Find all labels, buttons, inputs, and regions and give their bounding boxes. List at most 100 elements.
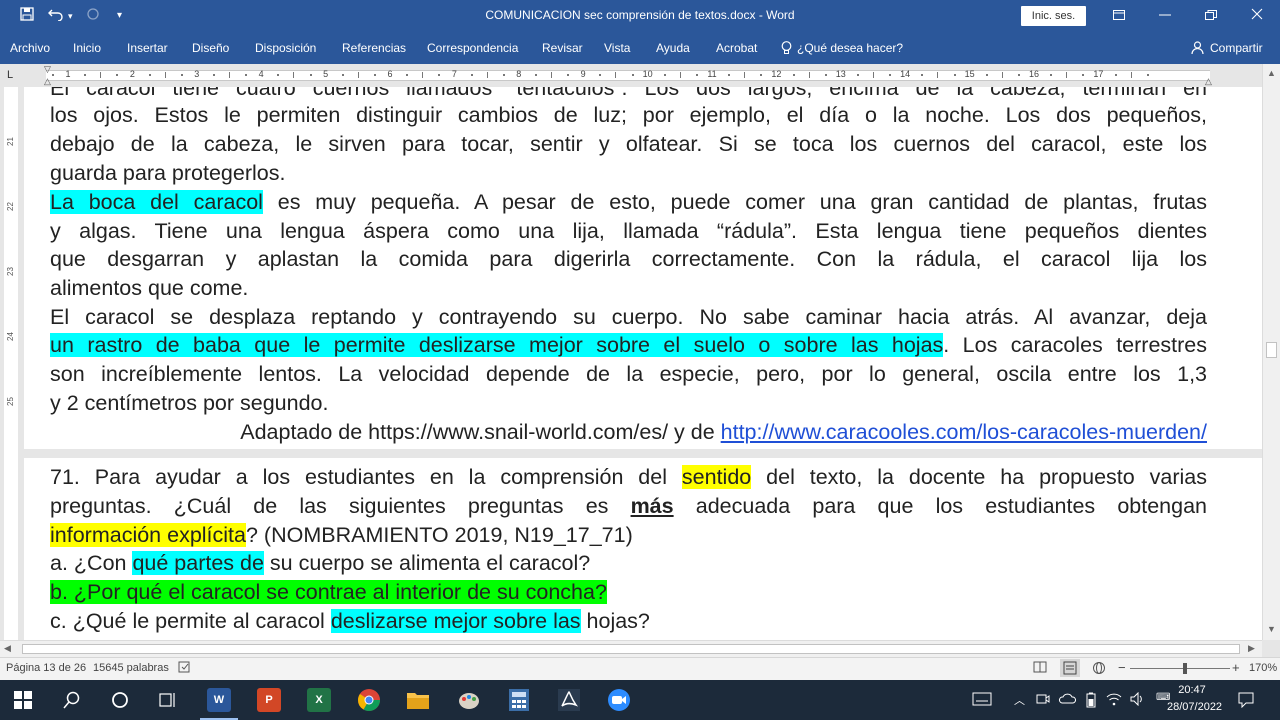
tab-archivo[interactable]: Archivo [10, 41, 50, 55]
tab-referencias[interactable]: Referencias [342, 41, 406, 55]
highlighted-text[interactable]: La boca del caracol [50, 190, 263, 214]
highlighted-text[interactable]: información explícita [50, 523, 246, 547]
text-span[interactable]: preguntas. ¿Cuál de las siguientes pregu… [50, 494, 631, 518]
cortana-icon[interactable] [111, 691, 129, 714]
left-indent-marker[interactable]: △ [44, 76, 51, 87]
sign-in-button[interactable]: Inic. ses. [1021, 6, 1086, 26]
text-line[interactable]: y algas. Tiene una lengua áspera como un… [50, 217, 1207, 246]
text-line[interactable]: un rastro de baba que le permite desliza… [50, 331, 1207, 360]
source-text[interactable]: Adaptado de https://www.snail-world.com/… [240, 420, 720, 444]
zoom-slider[interactable] [1130, 668, 1230, 669]
text-span[interactable]: ? (NOMBRAMIENTO 2019, N19_17_71) [246, 523, 633, 547]
scroll-left-icon[interactable]: ◀ [4, 643, 11, 654]
meet-now-icon[interactable] [1036, 692, 1050, 709]
ribbon-display-options-icon[interactable] [1096, 0, 1142, 32]
tab-disposicion[interactable]: Disposición [255, 41, 316, 55]
wifi-icon[interactable] [1106, 692, 1122, 709]
highlighted-text[interactable]: sentido [681, 465, 752, 489]
highlighted-text[interactable]: b. ¿Por qué el caracol se contrae al int… [50, 580, 607, 604]
powerpoint-app-icon[interactable]: P [257, 688, 281, 712]
web-layout-icon[interactable] [1092, 661, 1106, 678]
tab-acrobat[interactable]: Acrobat [716, 41, 757, 55]
paint-app-icon[interactable] [457, 688, 481, 717]
text-span[interactable]: adecuada para que los estudiantes obteng… [674, 494, 1207, 518]
text-span[interactable]: su cuerpo se alimenta el caracol? [264, 551, 590, 575]
horizontal-scrollbar[interactable]: ◀ ▶ [0, 640, 1262, 657]
document-area[interactable]: El caracol tiene cuatro cuernos llamados… [24, 87, 1262, 640]
text-span[interactable]: del texto, la docente ha propuesto varia… [751, 465, 1207, 489]
text-line[interactable]: El caracol se desplaza reptando y contra… [50, 303, 1207, 332]
text-span[interactable]: . Los caracoles terrestres [943, 333, 1207, 357]
text-span[interactable]: hojas? [581, 609, 650, 633]
clock-time[interactable]: 20:47 [1170, 684, 1214, 696]
option-c[interactable]: c. ¿Qué le permite al caracol deslizarse… [50, 607, 1207, 636]
zoom-out-icon[interactable]: − [1118, 660, 1126, 675]
tab-revisar[interactable]: Revisar [542, 41, 583, 55]
text-line[interactable]: guarda para protegerlos. [50, 159, 1207, 188]
source-line[interactable]: Adaptado de https://www.snail-world.com/… [83, 418, 1207, 447]
scroll-down-icon[interactable]: ▼ [1267, 624, 1276, 634]
tell-me-search[interactable]: ¿Qué desea hacer? [797, 41, 903, 55]
windows-start-icon[interactable] [14, 691, 32, 714]
search-icon[interactable] [63, 691, 81, 714]
question-line[interactable]: preguntas. ¿Cuál de las siguientes pregu… [50, 492, 1207, 521]
keyboard-icon[interactable] [972, 692, 992, 709]
text-line[interactable]: debajo de la cabeza, le sirven para toca… [50, 130, 1207, 159]
tab-diseno[interactable]: Diseño [192, 41, 229, 55]
tab-inicio[interactable]: Inicio [73, 41, 101, 55]
text-span[interactable]: es muy pequeña. A pesar de esto, puede c… [263, 190, 1207, 214]
text-line[interactable]: que desgarran y aplastan la comida para … [50, 245, 1207, 274]
show-hidden-icons-icon[interactable]: ︿ [1014, 692, 1025, 708]
restore-icon[interactable] [1188, 0, 1234, 32]
page-count[interactable]: Página 13 de 26 [6, 662, 86, 674]
right-indent-marker[interactable]: △ [1205, 76, 1212, 87]
share-button[interactable]: Compartir [1210, 41, 1263, 55]
print-layout-icon[interactable] [1060, 659, 1080, 677]
tab-selector-icon[interactable]: L [7, 69, 13, 81]
read-mode-icon[interactable] [1033, 661, 1047, 676]
ruler-track[interactable]: 1 2 3 4 5 6 7 8 9 10 11 12 13 14 15 16 17 [46, 69, 1210, 81]
text-span[interactable]: c. ¿Qué le permite al caracol [50, 609, 331, 633]
hscroll-thumb[interactable] [22, 644, 1240, 654]
first-line-indent-marker[interactable]: ▽ [44, 64, 51, 75]
word-count[interactable]: 15645 palabras [93, 662, 169, 674]
file-explorer-icon[interactable] [406, 690, 430, 715]
highlighted-text[interactable]: deslizarse mejor sobre las [330, 609, 581, 633]
text-line[interactable]: alimentos que come. [50, 274, 1207, 303]
text-line[interactable]: los ojos. Estos le permiten distinguir c… [50, 101, 1207, 130]
tab-insertar[interactable]: Insertar [127, 41, 168, 55]
zoom-in-icon[interactable]: + [1232, 660, 1240, 675]
tab-ayuda[interactable]: Ayuda [656, 41, 690, 55]
scroll-right-icon[interactable]: ▶ [1248, 643, 1255, 654]
option-a[interactable]: a. ¿Con qué partes de su cuerpo se alime… [50, 549, 1207, 578]
text-line[interactable]: son increíblemente lentos. La velocidad … [50, 360, 1207, 389]
word-app-icon[interactable]: W [207, 688, 231, 712]
battery-icon[interactable] [1086, 692, 1096, 711]
text-span[interactable]: a. ¿Con [50, 551, 132, 575]
option-b[interactable]: b. ¿Por qué el caracol se contrae al int… [50, 578, 1207, 607]
tab-correspondencia[interactable]: Correspondencia [427, 41, 518, 55]
horizontal-ruler[interactable]: L 1 2 3 4 5 6 7 8 9 10 11 12 13 14 15 16 17 ▽ △ △ [0, 64, 1280, 87]
question-line[interactable]: 71. Para ayudar a los estudiantes en la … [50, 463, 1207, 492]
acrobat-app-icon[interactable] [557, 688, 581, 717]
scroll-up-icon[interactable]: ▲ [1267, 68, 1276, 78]
notifications-icon[interactable] [1238, 692, 1254, 711]
vertical-scrollbar[interactable]: ▲ ▼ [1262, 64, 1280, 640]
zoom-level[interactable]: 170% [1249, 662, 1277, 674]
highlighted-text[interactable]: un rastro de baba que le permite desliza… [50, 333, 944, 357]
text-line[interactable]: y 2 centímetros por segundo. [50, 389, 1207, 418]
tab-vista[interactable]: Vista [604, 41, 630, 55]
scroll-thumb[interactable] [1266, 342, 1277, 358]
document-page[interactable]: El caracol tiene cuatro cuernos llamados… [24, 87, 1262, 640]
excel-app-icon[interactable]: X [307, 688, 331, 712]
close-icon[interactable] [1234, 0, 1280, 32]
zoom-slider-thumb[interactable] [1183, 663, 1187, 674]
source-link[interactable]: http://www.caracooles.com/los-caracoles-… [721, 420, 1207, 444]
text-span[interactable]: 71. Para ayudar a los estudiantes en la … [50, 465, 682, 489]
onedrive-icon[interactable] [1058, 692, 1077, 707]
highlighted-text[interactable]: qué partes de [132, 551, 264, 575]
proofing-icon[interactable] [178, 661, 192, 676]
bold-text[interactable]: más [631, 494, 674, 518]
text-line[interactable]: La boca del caracol es muy pequeña. A pe… [50, 188, 1207, 217]
chrome-app-icon[interactable] [357, 688, 381, 717]
